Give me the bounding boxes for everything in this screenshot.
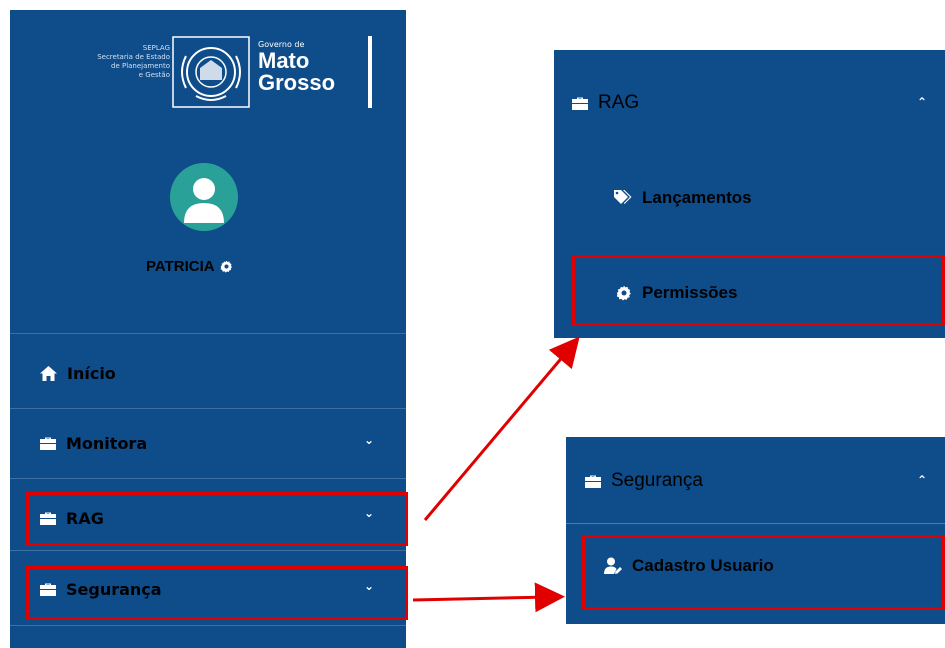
- briefcase-icon: [585, 475, 601, 488]
- highlight-box-permissoes: [572, 255, 945, 326]
- seguranca-panel-header[interactable]: Segurança: [585, 470, 703, 492]
- highlight-box-cadastro: [582, 535, 945, 610]
- seguranca-panel-title: Segurança: [611, 470, 703, 491]
- rag-panel-title: RAG: [598, 92, 640, 113]
- submenu-label: Lançamentos: [642, 188, 752, 207]
- divider: [566, 523, 945, 524]
- submenu-item-lancamentos[interactable]: Lançamentos: [614, 188, 752, 208]
- chevron-up-icon[interactable]: ⌃: [917, 473, 927, 487]
- rag-panel-header[interactable]: RAG: [572, 92, 639, 114]
- tags-icon: [614, 190, 632, 206]
- chevron-up-icon[interactable]: ⌃: [917, 95, 927, 109]
- briefcase-icon: [572, 97, 588, 110]
- arrow-to-seguranca-panel: [412, 582, 565, 613]
- arrow-to-rag-panel: [423, 336, 580, 521]
